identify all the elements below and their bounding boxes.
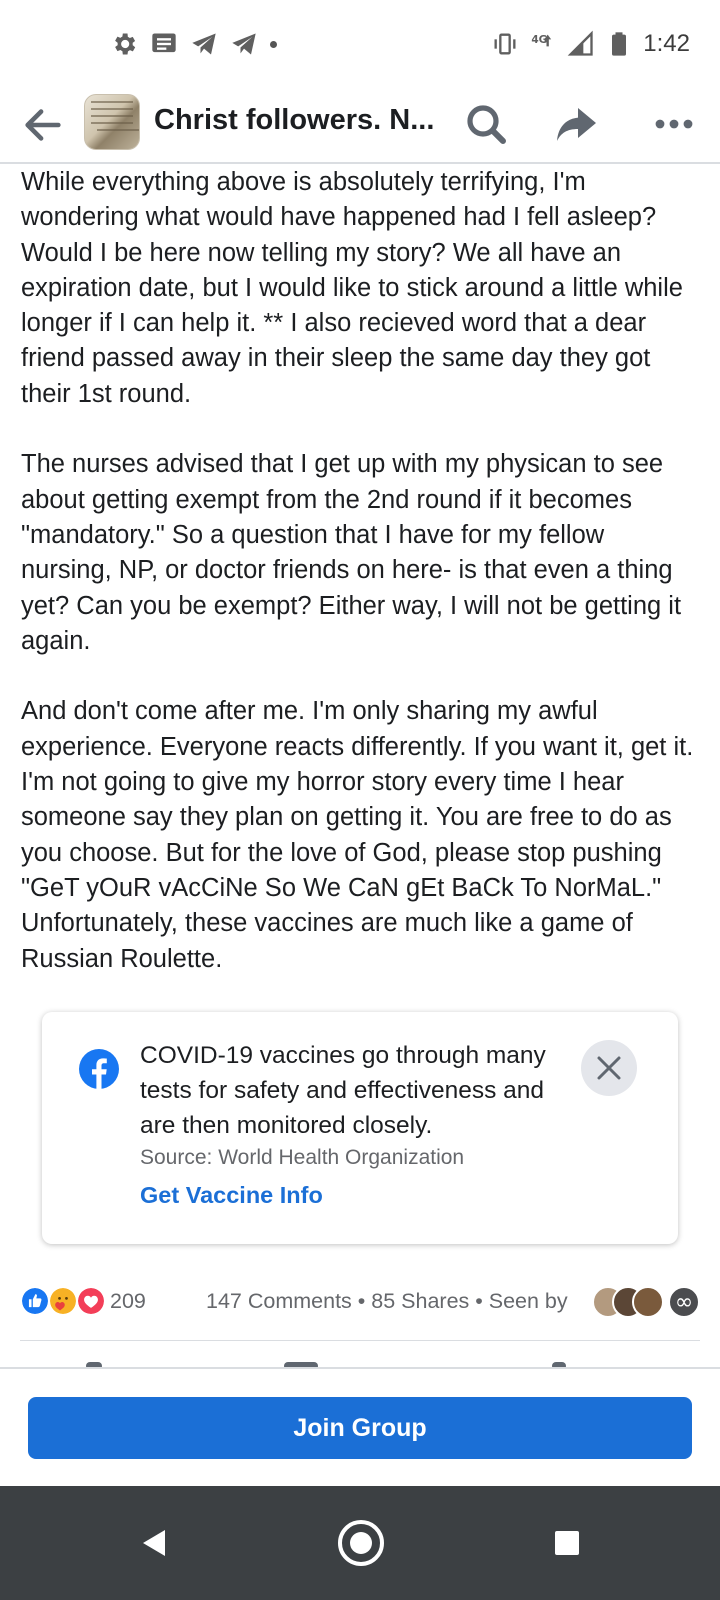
more-notifications-dot-icon bbox=[270, 40, 277, 48]
group-title[interactable]: Christ followers. N... bbox=[154, 104, 444, 137]
more-icon[interactable] bbox=[650, 100, 698, 148]
nav-home-icon[interactable] bbox=[334, 1516, 388, 1570]
share-icon[interactable] bbox=[552, 100, 600, 148]
close-icon bbox=[597, 1056, 621, 1080]
care-icon bbox=[48, 1286, 78, 1316]
engagement-stats[interactable]: 147 Comments • 85 Shares • Seen by bbox=[206, 1289, 568, 1314]
join-group-bar: Join Group bbox=[0, 1369, 720, 1486]
avatar bbox=[632, 1286, 664, 1318]
info-card-message: COVID-19 vaccines go through many tests … bbox=[140, 1042, 546, 1139]
covid-info-card: COVID-19 vaccines go through many tests … bbox=[42, 1012, 678, 1244]
info-card-source: Source: World Health Organization bbox=[140, 1146, 465, 1169]
lte-signal-icon: 4G bbox=[532, 34, 552, 47]
love-icon bbox=[76, 1286, 106, 1316]
seen-more-icon: ∞ bbox=[668, 1286, 700, 1318]
message-icon bbox=[152, 33, 176, 53]
post-paragraph: While everything above is absolutely ter… bbox=[21, 168, 683, 408]
gear-icon bbox=[115, 33, 136, 55]
status-bar-notifications bbox=[110, 28, 277, 60]
facebook-logo-icon bbox=[79, 1049, 119, 1089]
post-text: While everything above is absolutely ter… bbox=[21, 165, 701, 1012]
reaction-count[interactable]: 209 bbox=[110, 1289, 146, 1314]
android-navigation-bar bbox=[0, 1486, 720, 1600]
search-icon[interactable] bbox=[462, 100, 510, 148]
cell-signal-icon bbox=[567, 30, 593, 56]
status-bar: 4G 1:42 bbox=[0, 0, 720, 88]
join-group-button[interactable]: Join Group bbox=[28, 1397, 692, 1459]
post-paragraph: The nurses advised that I get up with my… bbox=[21, 450, 682, 655]
group-avatar[interactable] bbox=[84, 94, 140, 150]
status-bar-system: 4G 1:42 bbox=[491, 28, 690, 60]
back-arrow-icon[interactable] bbox=[20, 102, 66, 148]
post-actions-bar bbox=[0, 1352, 720, 1368]
nav-recent-icon[interactable] bbox=[542, 1518, 592, 1568]
divider bbox=[20, 1340, 700, 1341]
engagement-row: 209 147 Comments • 85 Shares • Seen by ∞ bbox=[20, 1284, 700, 1320]
get-vaccine-info-link[interactable]: Get Vaccine Info bbox=[140, 1182, 323, 1209]
post-paragraph: And don't come after me. I'm only sharin… bbox=[21, 697, 694, 973]
group-header: Christ followers. N... bbox=[0, 88, 720, 164]
telegram-icon bbox=[232, 33, 256, 55]
nav-back-icon[interactable] bbox=[130, 1518, 180, 1568]
telegram-icon bbox=[192, 33, 216, 55]
seen-by-avatars[interactable]: ∞ bbox=[592, 1286, 700, 1318]
svg-text:4G: 4G bbox=[532, 34, 548, 46]
battery-icon bbox=[612, 32, 627, 56]
reaction-icons[interactable] bbox=[20, 1286, 110, 1316]
clock: 1:42 bbox=[643, 30, 690, 57]
close-button[interactable] bbox=[581, 1040, 637, 1096]
vibrate-icon bbox=[494, 33, 516, 55]
like-icon bbox=[20, 1286, 50, 1316]
